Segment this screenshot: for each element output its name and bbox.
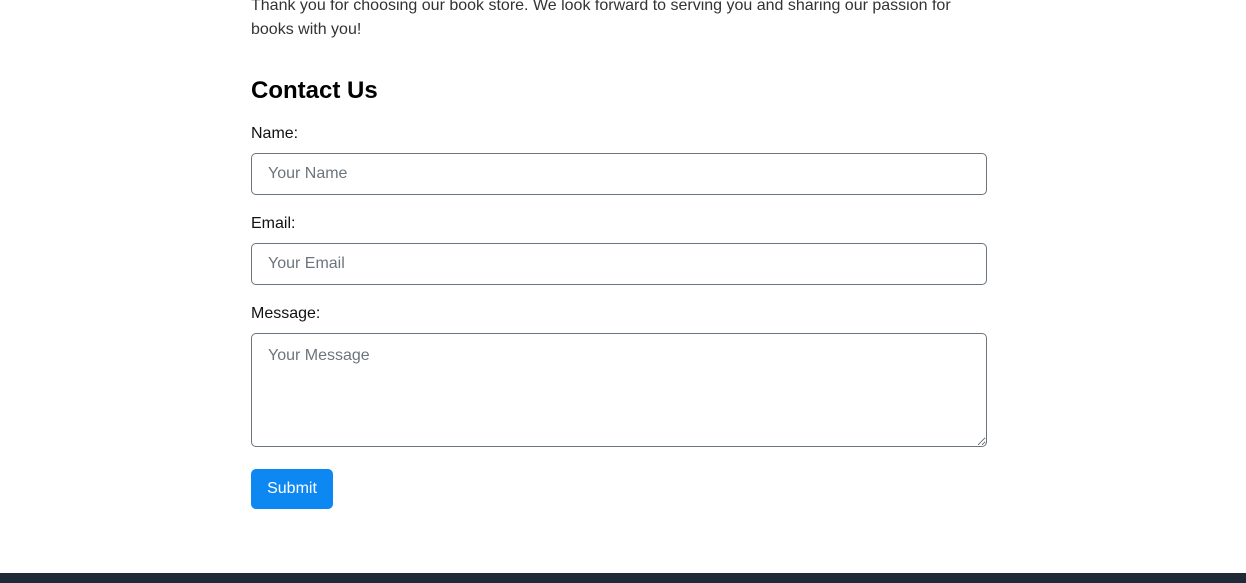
contact-heading: Contact Us (251, 77, 378, 104)
email-input[interactable] (251, 243, 987, 285)
email-label: Email: (251, 215, 296, 232)
message-textarea[interactable] (251, 333, 987, 447)
intro-paragraph: Thank you for choosing our book store. W… (251, 0, 951, 38)
page: Thank you for choosing our book store. W… (0, 0, 1246, 583)
name-input[interactable] (251, 153, 987, 195)
footer-bar (0, 573, 1246, 583)
message-label: Message: (251, 305, 321, 322)
submit-button[interactable]: Submit (251, 469, 333, 509)
name-label: Name: (251, 125, 299, 142)
